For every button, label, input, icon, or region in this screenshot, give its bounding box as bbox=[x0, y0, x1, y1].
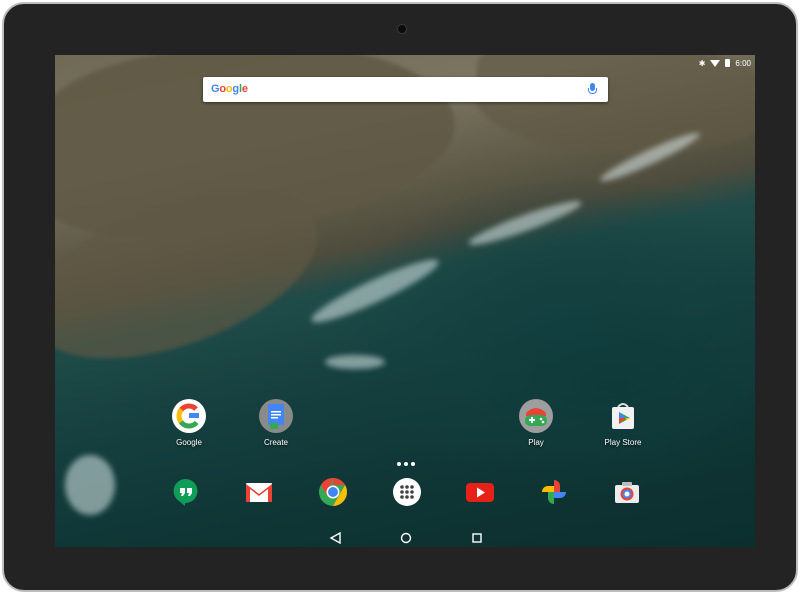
youtube-icon[interactable] bbox=[465, 477, 495, 507]
bluetooth-icon: ✱ bbox=[698, 58, 706, 68]
wallpaper-surf bbox=[306, 251, 444, 331]
gmail-icon[interactable] bbox=[244, 477, 274, 507]
page-dot bbox=[404, 462, 408, 466]
app-drawer-icon[interactable] bbox=[392, 477, 422, 507]
app-label: Google bbox=[176, 438, 202, 447]
wallpaper-surf bbox=[325, 355, 385, 369]
chrome-icon[interactable] bbox=[318, 477, 348, 507]
app-label: Play bbox=[528, 438, 544, 447]
app-label: Play Store bbox=[604, 438, 642, 447]
wallpaper-surf bbox=[65, 455, 115, 515]
google-app-icon bbox=[172, 399, 206, 433]
camera-icon[interactable] bbox=[612, 477, 642, 507]
status-time: 6:00 bbox=[735, 58, 751, 68]
app-label: Create bbox=[263, 438, 288, 447]
play-games-icon bbox=[519, 399, 553, 433]
microphone-icon[interactable] bbox=[588, 83, 597, 94]
battery-icon bbox=[725, 59, 731, 67]
home-screen: ✱ 6:00 Google Google Create Play Play St… bbox=[55, 55, 755, 547]
page-dot bbox=[411, 462, 415, 466]
front-camera bbox=[397, 24, 407, 34]
wallpaper-surf bbox=[465, 194, 585, 252]
app-google[interactable]: Google bbox=[159, 399, 219, 447]
app-create[interactable]: Create bbox=[246, 399, 306, 447]
wallpaper-cliffs bbox=[471, 55, 755, 166]
wifi-icon bbox=[710, 59, 721, 67]
back-icon[interactable] bbox=[329, 531, 343, 545]
play-store-icon bbox=[606, 399, 640, 433]
app-play-games[interactable]: Play bbox=[506, 399, 566, 447]
photos-icon[interactable] bbox=[539, 477, 569, 507]
page-indicator bbox=[397, 462, 415, 466]
tablet-frame: ✱ 6:00 Google Google Create Play Play St… bbox=[2, 2, 798, 592]
app-play-store[interactable]: Play Store bbox=[593, 399, 653, 447]
status-bar: ✱ 6:00 bbox=[699, 56, 751, 70]
page-dot bbox=[397, 462, 401, 466]
google-search-bar[interactable]: Google bbox=[203, 77, 608, 102]
create-folder-icon bbox=[259, 399, 293, 433]
hangouts-icon[interactable] bbox=[171, 477, 201, 507]
home-icon[interactable] bbox=[399, 531, 413, 544]
google-logo: Google bbox=[211, 83, 248, 95]
recents-icon[interactable] bbox=[470, 531, 484, 543]
